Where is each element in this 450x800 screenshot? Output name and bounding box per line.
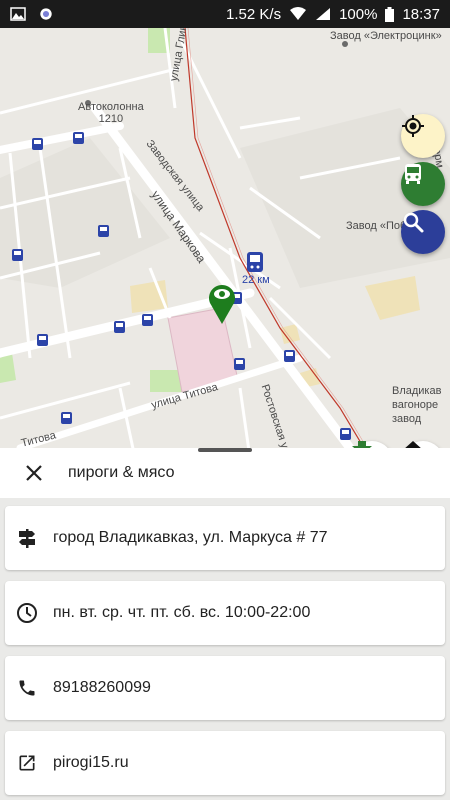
place-title: пироги & мясо	[68, 464, 175, 481]
address-card[interactable]: город Владикавказ, ул. Маркуса # 77	[5, 506, 445, 570]
hours-card[interactable]: пн. вт. ср. чт. пт. сб. вс. 10:00-22:00	[5, 581, 445, 645]
search-icon	[403, 212, 424, 233]
sheet-drag-handle[interactable]	[198, 448, 252, 452]
signpost-icon	[15, 526, 39, 550]
address-text: город Владикавказ, ул. Маркуса # 77	[53, 529, 328, 546]
bus-routes-button[interactable]	[401, 162, 445, 206]
clock: 18:37	[402, 5, 440, 23]
battery-level: 100%	[339, 5, 378, 23]
status-bar: 1.52 K/s 100% 18:37	[0, 0, 450, 28]
close-icon	[26, 465, 42, 481]
hours-text: пн. вт. ср. чт. пт. сб. вс. 10:00-22:00	[53, 604, 311, 621]
signal-icon	[316, 8, 331, 20]
phone-text: 89188260099	[53, 679, 151, 696]
clock-icon	[15, 601, 39, 625]
crosshair-icon	[402, 115, 424, 137]
network-speed: 1.52 K/s	[226, 5, 282, 23]
map-label-avtokolonna: Автоколонна 1210	[78, 101, 144, 125]
app-notification-icon	[40, 8, 52, 20]
website-text: pirogi15.ru	[53, 754, 129, 771]
search-button[interactable]	[401, 210, 445, 254]
map-label-22km: 22 км	[242, 274, 270, 286]
phone-icon	[15, 676, 39, 700]
website-card[interactable]: pirogi15.ru	[5, 731, 445, 795]
wifi-icon	[290, 7, 307, 20]
map-label-zavod-elektrocink: Завод «Электроцинк»	[330, 30, 442, 42]
image-notification-icon	[10, 7, 26, 21]
bus-icon	[405, 164, 421, 184]
place-marker-icon[interactable]	[207, 281, 237, 325]
sheet-header: пироги & мясо	[0, 448, 450, 498]
map-label-vagonoremontny-zavod: Владикав вагоноре завод	[392, 385, 442, 425]
map-canvas	[0, 28, 450, 458]
my-location-button[interactable]	[401, 114, 445, 158]
phone-card[interactable]: 89188260099	[5, 656, 445, 720]
battery-icon	[385, 6, 395, 22]
open-in-new-icon	[15, 751, 39, 775]
close-button[interactable]	[16, 455, 52, 491]
map-view[interactable]: Завод «Электроцинк» улица Глинки Автокол…	[0, 28, 450, 458]
